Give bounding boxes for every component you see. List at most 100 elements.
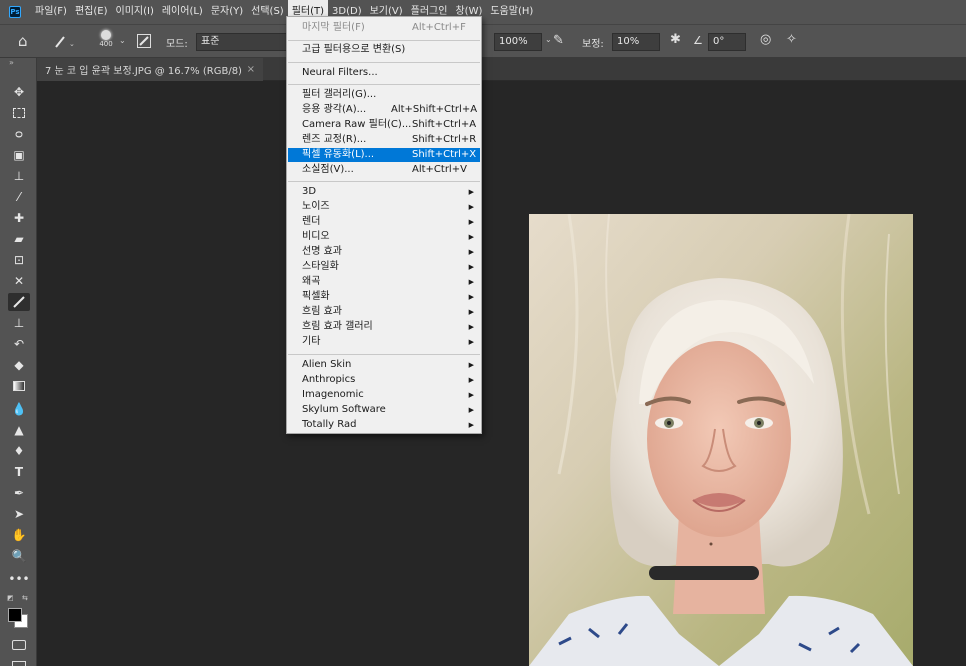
collapse-panel-icon[interactable]: » — [9, 58, 14, 67]
foreground-color-swatch[interactable] — [8, 608, 22, 622]
submenu-totally-rad[interactable]: Totally Rad ▶ — [288, 418, 480, 432]
move-tool-icon[interactable]: ✥ — [8, 83, 30, 101]
submenu-sharpen[interactable]: 선명 효과 ▶ — [288, 245, 480, 259]
menu-item-last-filter[interactable]: 마지막 필터(F) Alt+Ctrl+F — [288, 21, 480, 35]
menu-bar: Ps 파일(F) 편집(E) 이미지(I) 레이어(L) 문자(Y) 선택(S)… — [0, 0, 966, 24]
submenu-arrow-icon: ▶ — [468, 323, 474, 331]
symmetry-icon[interactable]: ✧ — [786, 32, 797, 47]
zoom-tool-icon[interactable]: 🔍 — [8, 547, 30, 565]
vanishing-point-shortcut: Alt+Ctrl+V — [412, 164, 467, 175]
gradient-tool-icon[interactable] — [8, 377, 30, 395]
menu-item-lens-correction[interactable]: 렌즈 교정(R)... Shift+Ctrl+R — [288, 133, 480, 147]
menu-item-camera-raw[interactable]: Camera Raw 필터(C)... Shift+Ctrl+A — [288, 118, 480, 132]
menu-file[interactable]: 파일(F) — [31, 0, 71, 24]
gallery-label: 필터 갤러리(G)... — [302, 89, 377, 100]
last-filter-shortcut: Alt+Ctrl+F — [412, 22, 466, 33]
submenu-arrow-icon: ▶ — [468, 233, 474, 241]
flow-input[interactable]: 100% — [494, 33, 542, 51]
type-tool-icon[interactable]: T — [8, 463, 30, 481]
camera-raw-label: Camera Raw 필터(C)... — [302, 119, 412, 130]
eraser-tool-icon[interactable]: ◆ — [8, 356, 30, 374]
pen-tool-icon[interactable]: ✒ — [8, 484, 30, 502]
submenu-render[interactable]: 렌더 ▶ — [288, 215, 480, 229]
brush-settings-icon[interactable] — [137, 34, 151, 48]
menu-image[interactable]: 이미지(I) — [112, 0, 158, 24]
plugin-skylum-label: Skylum Software — [302, 404, 386, 415]
submenu-video[interactable]: 비디오 ▶ — [288, 230, 480, 244]
submenu-imagenomic[interactable]: Imagenomic ▶ — [288, 388, 480, 402]
screen-mode-icon[interactable] — [8, 656, 30, 666]
submenu-other-label: 기타 — [302, 336, 321, 347]
object-select-tool-icon[interactable]: ▣ — [8, 146, 30, 164]
menu-select[interactable]: 선택(S) — [247, 0, 288, 24]
chevron-down-icon[interactable]: ⌄ — [545, 35, 552, 44]
canvas-photo[interactable] — [529, 214, 913, 666]
patch-tool-icon[interactable]: ⊡ — [8, 251, 30, 269]
mode-select[interactable]: 표준 — [196, 33, 288, 51]
hand-tool-icon[interactable]: ✋ — [8, 526, 30, 544]
dodge-tool-icon[interactable]: ♦ — [8, 442, 30, 460]
menu-separator — [288, 181, 480, 182]
neural-label: Neural Filters... — [302, 67, 378, 78]
submenu-alien-skin[interactable]: Alien Skin ▶ — [288, 358, 480, 372]
submenu-pixelate[interactable]: 픽셀화 ▶ — [288, 290, 480, 304]
brush-tool-icon[interactable] — [8, 293, 30, 311]
close-icon[interactable]: × — [247, 64, 255, 75]
menu-item-convert-smart-filters[interactable]: 고급 필터용으로 변환(S) — [288, 43, 480, 57]
menu-help[interactable]: 도움말(H) — [486, 0, 537, 24]
crop-tool-icon[interactable]: ⊥ — [8, 167, 30, 185]
menu-item-adaptive-wide-angle[interactable]: 응용 광각(A)... Alt+Shift+Ctrl+A — [288, 103, 480, 117]
submenu-arrow-icon: ▶ — [468, 308, 474, 316]
default-colors-icon[interactable]: ◩ — [7, 594, 14, 602]
menu-edit[interactable]: 편집(E) — [71, 0, 112, 24]
menu-item-vanishing-point[interactable]: 소실점(V)... Alt+Ctrl+V — [288, 163, 480, 177]
menu-item-liquify[interactable]: 픽셀 유동화(L)... Shift+Ctrl+X — [288, 148, 480, 162]
submenu-distort[interactable]: 왜곡 ▶ — [288, 275, 480, 289]
chevron-down-icon[interactable]: ⌄ — [119, 36, 126, 45]
angle-input[interactable]: 0° — [708, 33, 746, 51]
submenu-other[interactable]: 기타 ▶ — [288, 335, 480, 349]
submenu-3d[interactable]: 3D ▶ — [288, 185, 480, 199]
bandage-icon[interactable]: ▰ — [8, 230, 30, 248]
submenu-noise[interactable]: 노이즈 ▶ — [288, 200, 480, 214]
home-icon[interactable]: ⌂ — [18, 32, 28, 50]
submenu-anthropics[interactable]: Anthropics ▶ — [288, 373, 480, 387]
eyedropper-tool-icon[interactable]: ⁄ — [8, 188, 30, 206]
submenu-blur-gallery[interactable]: 흐림 효과 갤러리 ▶ — [288, 320, 480, 334]
submenu-stylize[interactable]: 스타일화 ▶ — [288, 260, 480, 274]
menu-layer[interactable]: 레이어(L) — [158, 0, 207, 24]
plugin-anthropics-label: Anthropics — [302, 374, 356, 385]
photoshop-logo: Ps — [9, 6, 21, 18]
smoothing-input[interactable]: 10% — [612, 33, 660, 51]
airbrush-icon[interactable]: ✎ — [553, 33, 564, 48]
swap-colors-icon[interactable]: ⇆ — [22, 594, 28, 602]
healing-brush-tool-icon[interactable]: ✚ — [8, 209, 30, 227]
menu-item-neural-filters[interactable]: Neural Filters... — [288, 66, 480, 80]
submenu-skylum-software[interactable]: Skylum Software ▶ — [288, 403, 480, 417]
menu-item-filter-gallery[interactable]: 필터 갤러리(G)... — [288, 88, 480, 102]
sharpen-tool-icon[interactable]: ▲ — [8, 421, 30, 439]
marquee-tool-icon[interactable] — [8, 104, 30, 122]
more-tools-icon[interactable]: ••• — [8, 570, 30, 588]
submenu-arrow-icon: ▶ — [468, 406, 474, 414]
content-aware-move-icon[interactable]: ✕ — [8, 272, 30, 290]
brush-tool-preset-icon[interactable]: ⌄ — [50, 31, 78, 51]
blur-tool-icon[interactable]: 💧 — [8, 400, 30, 418]
path-select-tool-icon[interactable]: ➤ — [8, 505, 30, 523]
lasso-tool-icon[interactable]: ᴑ — [8, 125, 30, 143]
clone-stamp-tool-icon[interactable]: ⊥ — [8, 314, 30, 332]
filter-menu-dropdown: 마지막 필터(F) Alt+Ctrl+F 고급 필터용으로 변환(S) Neur… — [286, 16, 482, 434]
pressure-icon[interactable]: ◎ — [760, 32, 771, 47]
submenu-blur[interactable]: 흐림 효과 ▶ — [288, 305, 480, 319]
submenu-distort-label: 왜곡 — [302, 276, 321, 287]
liquify-shortcut: Shift+Ctrl+X — [412, 149, 477, 160]
gear-icon[interactable]: ✱ — [670, 32, 681, 47]
submenu-arrow-icon: ▶ — [468, 203, 474, 211]
menu-type[interactable]: 문자(Y) — [207, 0, 247, 24]
brush-size-picker[interactable]: 400 — [94, 28, 118, 58]
adaptive-wide-shortcut: Alt+Shift+Ctrl+A — [391, 104, 478, 115]
quick-mask-icon[interactable] — [8, 636, 30, 654]
history-brush-tool-icon[interactable]: ↶ — [8, 335, 30, 353]
document-tab[interactable]: 7 눈 코 입 윤곽 보정.JPG @ 16.7% (RGB/8) × — [37, 58, 263, 81]
svg-text:⌄: ⌄ — [69, 40, 75, 48]
